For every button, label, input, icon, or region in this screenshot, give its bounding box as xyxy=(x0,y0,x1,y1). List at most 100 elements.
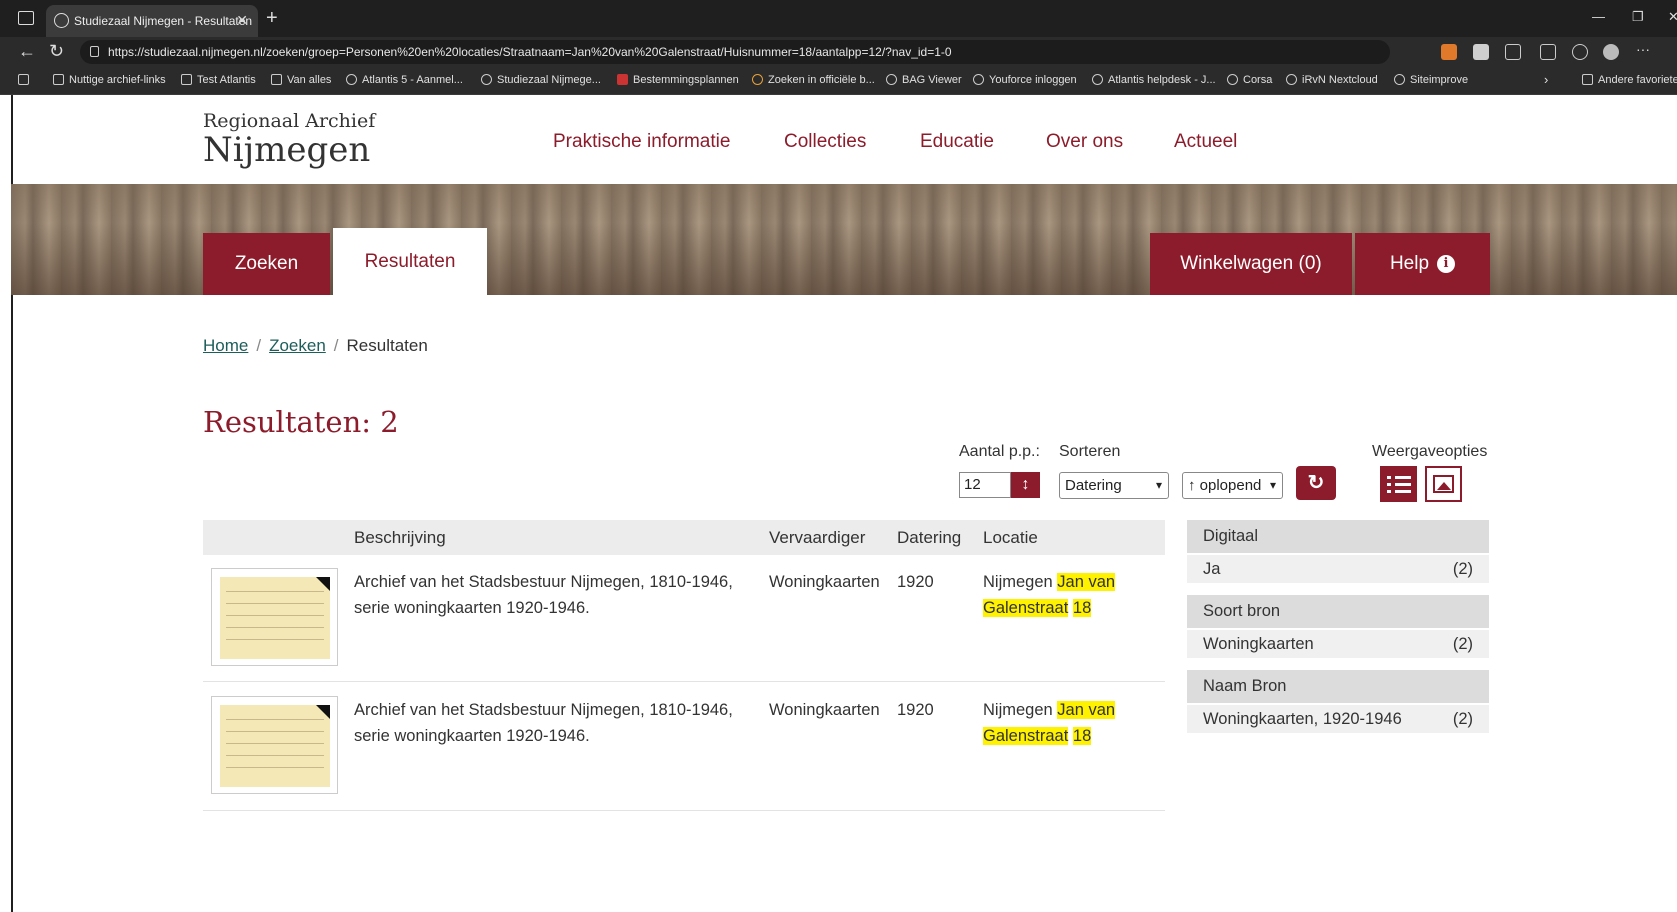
close-tab-icon[interactable]: ✕ xyxy=(236,12,248,29)
shield-icon[interactable] xyxy=(1473,44,1489,60)
browser-tabbar: Studiezaal Nijmegen - Resultaten ✕ + — ❐… xyxy=(0,0,1677,37)
bookmarks-bar: Nuttige archief-links Test Atlantis Van … xyxy=(0,67,1677,95)
bookmark-link[interactable]: Atlantis helpdesk - J... xyxy=(1092,74,1216,86)
chevron-down-icon: ▾ xyxy=(1269,478,1276,492)
nav-over-ons[interactable]: Over ons xyxy=(1046,131,1123,153)
aantal-input[interactable]: 12 xyxy=(959,472,1011,498)
record-location: Nijmegen Jan van Galenstraat 18 xyxy=(983,701,1116,745)
restore-icon[interactable]: ❐ xyxy=(1632,9,1644,25)
nav-actueel[interactable]: Actueel xyxy=(1174,131,1237,153)
tab-zoeken[interactable]: Zoeken xyxy=(203,233,330,295)
column-header-beschrijving[interactable]: Beschrijving xyxy=(354,528,446,548)
facet-item-woningkaarten[interactable]: Woningkaarten (2) xyxy=(1187,630,1489,658)
list-view-button[interactable] xyxy=(1380,466,1417,502)
record-description[interactable]: Archief van het Stadsbestuur Nijmegen, 1… xyxy=(354,697,733,749)
tab-title: Studiezaal Nijmegen - Resultaten xyxy=(74,14,253,28)
reading-list-icon[interactable] xyxy=(18,74,34,86)
woningkaart-image xyxy=(220,577,330,659)
nav-collecties[interactable]: Collecties xyxy=(784,131,866,153)
more-icon[interactable]: ··· xyxy=(1636,41,1652,57)
breadcrumb-zoeken[interactable]: Zoeken xyxy=(269,336,326,355)
address-bar-row: ← ↻ https://studiezaal.nijmegen.nl/zoeke… xyxy=(0,37,1677,67)
nav-educatie[interactable]: Educatie xyxy=(920,131,994,153)
history-icon[interactable] xyxy=(1572,44,1588,60)
facet-item-woningkaarten-1920-1946[interactable]: Woningkaarten, 1920-1946 (2) xyxy=(1187,705,1489,733)
info-icon: i xyxy=(1437,255,1456,273)
breadcrumb-separator: / xyxy=(256,336,262,355)
breadcrumb: Home / Zoeken / Resultaten xyxy=(203,336,428,356)
record-thumbnail[interactable] xyxy=(211,696,338,794)
favorites-icon[interactable] xyxy=(1540,44,1556,60)
reload-icon[interactable]: ↻ xyxy=(49,41,64,62)
facet-item-ja[interactable]: Ja (2) xyxy=(1187,555,1489,583)
row-divider xyxy=(203,810,1165,811)
breadcrumb-separator: / xyxy=(333,336,339,355)
puzzle-icon[interactable] xyxy=(1505,44,1521,60)
record-date: 1920 xyxy=(897,573,934,591)
browser-tab[interactable]: Studiezaal Nijmegen - Resultaten ✕ xyxy=(46,5,258,37)
bookmark-link[interactable]: Bestemmingsplannen xyxy=(617,74,739,86)
bookmark-folder[interactable]: Test Atlantis xyxy=(181,74,256,86)
url-text: https://studiezaal.nijmegen.nl/zoeken/gr… xyxy=(108,45,952,59)
logo-title[interactable]: Nijmegen xyxy=(203,130,370,170)
bookmark-link[interactable]: Siteimprove xyxy=(1394,74,1468,86)
globe-icon xyxy=(54,13,69,28)
breadcrumb-current: Resultaten xyxy=(346,336,428,355)
lock-icon xyxy=(90,46,99,57)
record-date: 1920 xyxy=(897,701,934,719)
sort-order-value: ↑ oplopend xyxy=(1188,477,1262,494)
winkelwagen-button[interactable]: Winkelwagen (0) xyxy=(1150,233,1352,295)
record-thumbnail[interactable] xyxy=(211,568,338,666)
bookmark-link[interactable]: Studiezaal Nijmege... xyxy=(481,74,601,86)
other-favorites-folder[interactable]: Andere favoriete xyxy=(1582,74,1677,86)
bookmark-folder[interactable]: Nuttige archief-links xyxy=(53,74,166,86)
page-title: Resultaten: 2 xyxy=(203,405,399,439)
bookmark-link[interactable]: BAG Viewer xyxy=(886,74,962,86)
help-button[interactable]: Help i xyxy=(1355,233,1490,295)
back-icon[interactable]: ← xyxy=(18,41,36,62)
tab-resultaten[interactable]: Resultaten xyxy=(333,228,487,295)
weergave-label: Weergaveopties xyxy=(1372,443,1488,460)
record-maker: Woningkaarten xyxy=(769,573,880,591)
image-view-button[interactable] xyxy=(1425,466,1462,502)
sidebar-toggle-icon[interactable] xyxy=(18,11,34,25)
record-location: Nijmegen Jan van Galenstraat 18 xyxy=(983,573,1116,617)
new-tab-icon[interactable]: + xyxy=(266,7,278,30)
bookmark-link[interactable]: Corsa xyxy=(1227,74,1272,86)
column-header-vervaardiger[interactable]: Vervaardiger xyxy=(769,528,865,548)
refresh-button[interactable]: ↻ xyxy=(1296,466,1336,500)
sort-arrows-icon[interactable]: ↕ xyxy=(1011,472,1040,498)
facet-heading-naam-bron: Naam Bron xyxy=(1187,670,1489,703)
bookmark-folder[interactable]: Van alles xyxy=(271,74,331,86)
bookmark-link[interactable]: Youforce inloggen xyxy=(973,74,1077,86)
close-window-icon[interactable]: ✕ xyxy=(1668,9,1677,25)
refresh-icon: ↻ xyxy=(1307,472,1325,494)
chevron-down-icon: ▾ xyxy=(1155,478,1162,492)
record-maker: Woningkaarten xyxy=(769,701,880,719)
breadcrumb-home[interactable]: Home xyxy=(203,336,248,355)
sort-order-select[interactable]: ↑ oplopend ▾ xyxy=(1182,472,1283,499)
nav-praktische-informatie[interactable]: Praktische informatie xyxy=(553,131,730,153)
sort-field-select[interactable]: Datering ▾ xyxy=(1059,472,1169,499)
sort-field-value: Datering xyxy=(1065,477,1122,494)
image-icon xyxy=(1433,475,1454,493)
sorteren-label: Sorteren xyxy=(1059,443,1121,460)
bookmark-link[interactable]: iRvN Nextcloud xyxy=(1286,74,1378,86)
facet-heading-digitaal: Digitaal xyxy=(1187,520,1489,553)
chevron-right-icon[interactable]: › xyxy=(1544,72,1548,87)
logo-subtitle[interactable]: Regionaal Archief xyxy=(203,110,375,132)
profile-avatar[interactable] xyxy=(1603,44,1619,60)
record-description[interactable]: Archief van het Stadsbestuur Nijmegen, 1… xyxy=(354,569,733,621)
bookmark-link[interactable]: Atlantis 5 - Aanmel... xyxy=(346,74,463,86)
aantal-label: Aantal p.p.: xyxy=(959,443,1040,460)
url-input[interactable]: https://studiezaal.nijmegen.nl/zoeken/gr… xyxy=(80,40,1390,64)
woningkaart-image xyxy=(220,705,330,787)
bookmark-link[interactable]: Zoeken in officiële b... xyxy=(752,74,875,86)
column-header-datering[interactable]: Datering xyxy=(897,528,961,548)
extension-icon[interactable] xyxy=(1441,44,1457,60)
row-divider xyxy=(203,681,1165,682)
help-label: Help xyxy=(1389,253,1430,274)
facet-heading-soort-bron: Soort bron xyxy=(1187,595,1489,628)
column-header-locatie[interactable]: Locatie xyxy=(983,528,1038,548)
minimize-icon[interactable]: — xyxy=(1592,9,1605,24)
